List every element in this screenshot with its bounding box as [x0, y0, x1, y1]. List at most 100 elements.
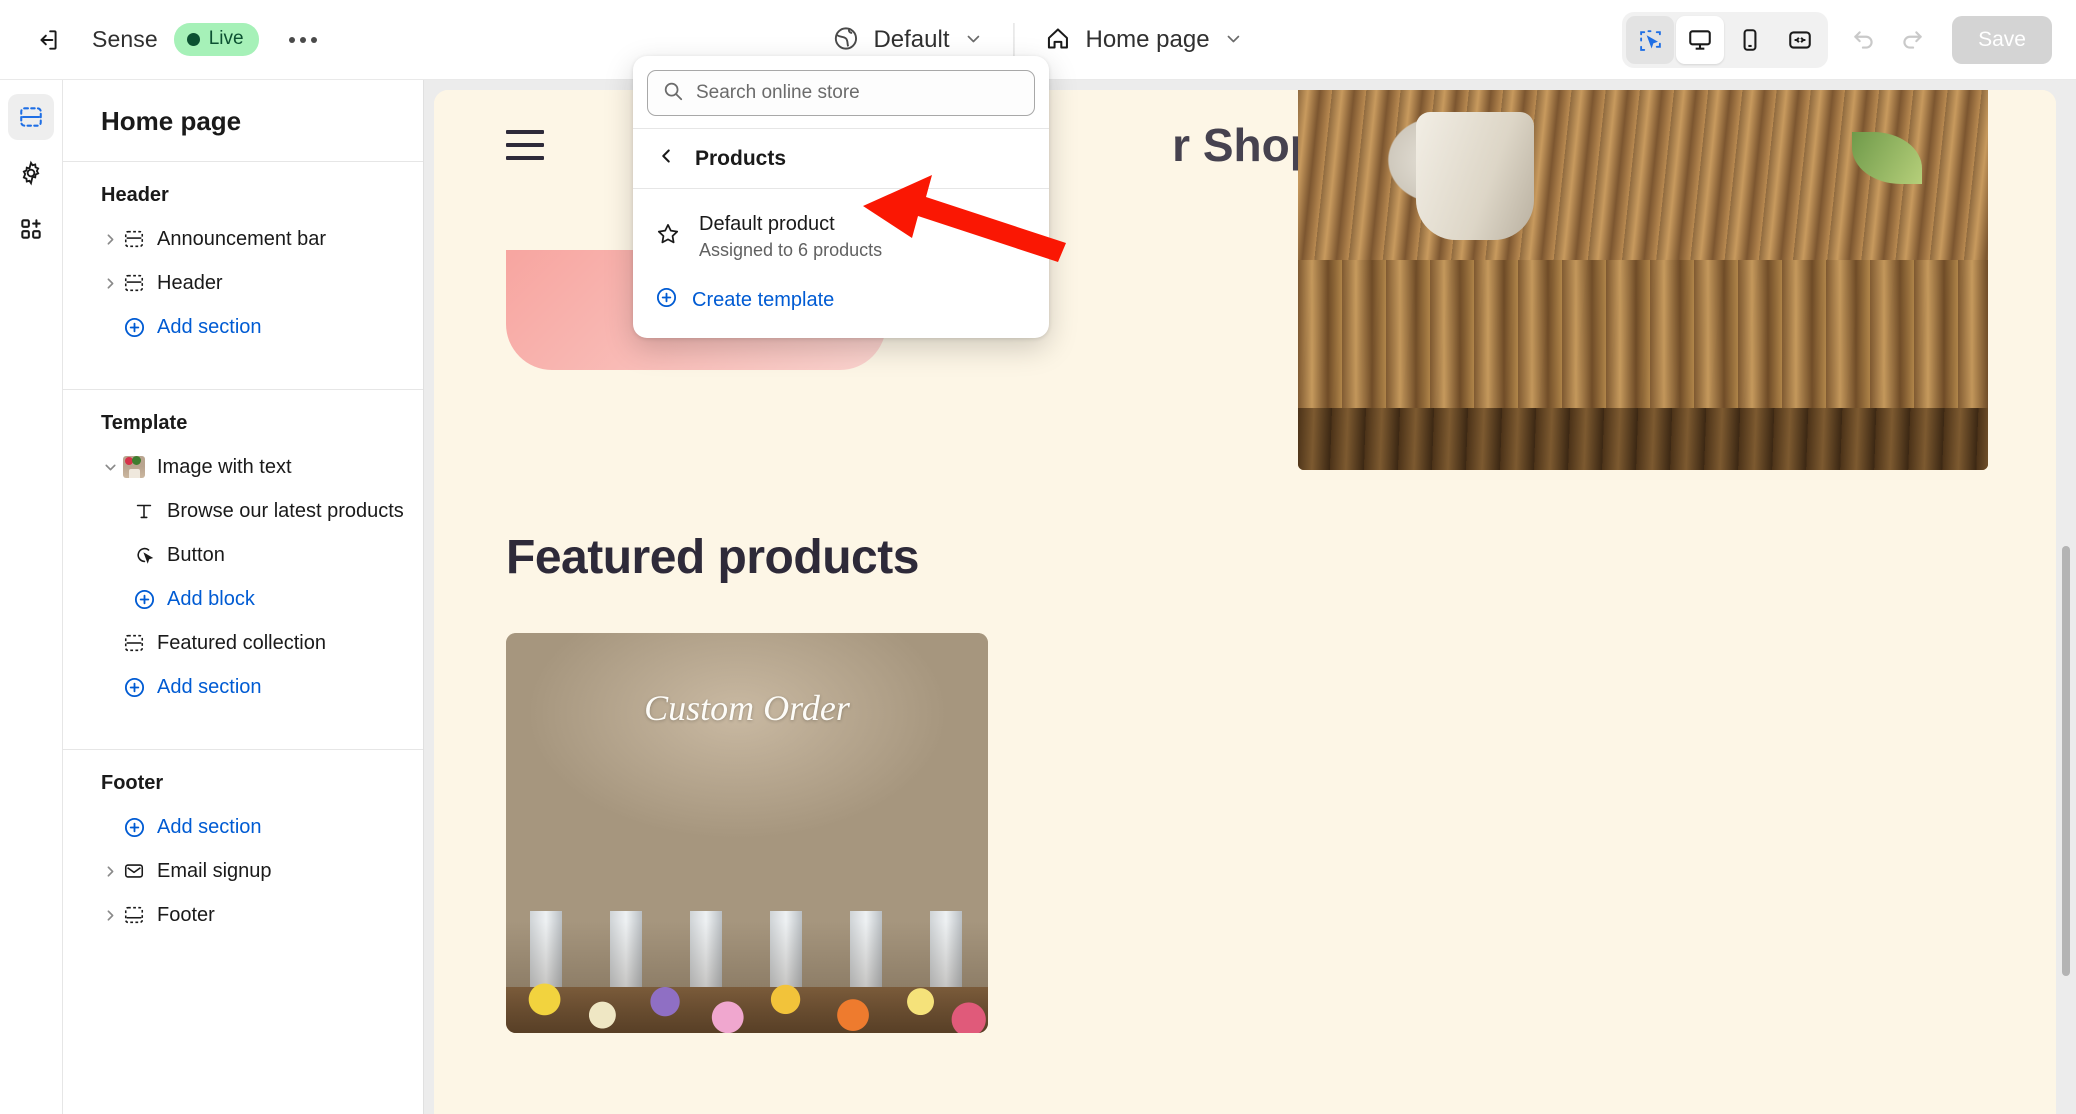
status-badge-label: Live [208, 28, 244, 49]
sidebar-item-label: Announcement bar [157, 227, 327, 250]
add-section-button-template[interactable]: Add section [73, 665, 413, 709]
chevron-left-icon[interactable] [655, 145, 677, 172]
add-section-label: Add section [157, 315, 262, 338]
search-field[interactable] [647, 70, 1035, 116]
globe-icon [832, 25, 859, 55]
page-title: Home page [101, 106, 242, 136]
ellipsis-icon[interactable] [277, 14, 329, 66]
section-icon [123, 632, 157, 654]
popover-search-wrap [633, 56, 1049, 128]
create-template-label: Create template [692, 288, 835, 311]
sections-sidebar: Home page Header Announcement bar Header… [62, 80, 424, 1114]
flower-row [506, 921, 988, 1033]
page-selector[interactable]: Home page [1030, 17, 1257, 63]
popover-heading: Products [695, 146, 787, 170]
page-selector-label: Home page [1085, 26, 1210, 53]
create-template-button[interactable]: Create template [643, 276, 1039, 324]
sidebar-item-label: Email signup [157, 859, 272, 882]
plus-circle-icon [123, 316, 157, 339]
sidebar-item-email-signup[interactable]: Email signup [73, 849, 413, 893]
group-label: Footer [101, 772, 164, 794]
hamburger-menu-icon[interactable] [506, 130, 544, 160]
chevron-right-icon[interactable] [97, 231, 123, 248]
save-button[interactable]: Save [1952, 16, 2052, 64]
fullscreen-icon[interactable] [1776, 16, 1824, 64]
sidebar-item-sections[interactable] [8, 94, 54, 140]
left-rail [0, 80, 62, 1114]
add-section-label: Add section [157, 675, 262, 698]
group-label: Header [101, 184, 169, 206]
section-icon [123, 228, 157, 250]
text-icon [133, 500, 167, 522]
chevron-right-icon[interactable] [97, 275, 123, 292]
sidebar-item-label: Image with text [157, 455, 292, 478]
sidebar-group-footer: Footer Add section Email signup Footer [63, 750, 423, 953]
sidebar-item-header[interactable]: Header [73, 261, 413, 305]
sidebar-block-text[interactable]: Browse our latest products [73, 489, 413, 533]
vertical-scrollbar[interactable] [2062, 546, 2070, 976]
search-icon [662, 80, 684, 107]
add-block-label: Add block [167, 587, 255, 610]
plus-circle-icon [655, 286, 678, 314]
theme-editor-window: Sense Live Default Home page Save Home p… [0, 0, 2076, 1114]
sidebar-group-header: Header Announcement bar Header Add secti… [63, 162, 423, 365]
search-input[interactable] [696, 82, 1020, 104]
sidebar-item-footer[interactable]: Footer [73, 893, 413, 937]
product-flowers [506, 783, 988, 1033]
template-picker-popover: Products Default product Assigned to 6 p… [633, 56, 1049, 339]
cursor-select-icon[interactable] [1626, 16, 1675, 64]
chevron-down-icon [1224, 29, 1244, 52]
sidebar-item-label: Header [157, 271, 223, 294]
theme-selector-label: Default [873, 26, 950, 53]
chevron-down-icon[interactable] [97, 459, 123, 476]
add-block-button[interactable]: Add block [73, 577, 413, 621]
chevron-right-icon[interactable] [97, 863, 123, 880]
mobile-icon[interactable] [1726, 16, 1774, 64]
sidebar-block-label: Browse our latest products [167, 499, 404, 522]
template-list-item[interactable]: Default product Assigned to 6 products [643, 201, 1039, 272]
exit-icon[interactable] [22, 14, 74, 66]
star-icon [655, 221, 681, 252]
sidebar-item-featured-collection[interactable]: Featured collection [73, 621, 413, 665]
hero-slats-shadow [1298, 408, 1988, 470]
button-icon [133, 544, 167, 566]
add-section-label: Add section [157, 815, 262, 838]
image-thumbnail [123, 456, 157, 478]
sidebar-item-label: Featured collection [157, 631, 326, 654]
section-icon [123, 272, 157, 294]
popover-body: Default product Assigned to 6 products C… [633, 189, 1049, 338]
home-icon [1044, 25, 1071, 55]
sidebar-block-label: Button [167, 543, 225, 566]
sidebar-item-label: Footer [157, 903, 215, 926]
view-tools-group [1622, 12, 1829, 68]
template-item-subtitle: Assigned to 6 products [699, 240, 883, 260]
plus-circle-icon [123, 676, 157, 699]
sidebar-group-template: Template Image with text Browse our late… [63, 390, 423, 725]
group-label: Template [101, 412, 188, 434]
sidebar-block-button[interactable]: Button [73, 533, 413, 577]
top-bar-right: Save [1622, 0, 2052, 80]
add-section-button-footer[interactable]: Add section [73, 805, 413, 849]
storefront-title: r Shop [1172, 119, 1318, 171]
sidebar-item-apps[interactable] [8, 206, 54, 252]
featured-products-heading: Featured products [506, 531, 919, 584]
hero-leaf [1852, 132, 1922, 184]
sidebar-item-image-with-text[interactable]: Image with text [73, 445, 413, 489]
chevron-down-icon [963, 29, 983, 52]
product-image-caption: Custom Order [644, 688, 850, 728]
product-card[interactable]: Custom Order [506, 633, 988, 1033]
undo-icon[interactable] [1840, 16, 1888, 64]
sidebar-item-announcement-bar[interactable]: Announcement bar [73, 217, 413, 261]
chevron-right-icon[interactable] [97, 907, 123, 924]
envelope-icon [123, 860, 157, 882]
add-section-button-header[interactable]: Add section [73, 305, 413, 349]
sidebar-item-settings[interactable] [8, 150, 54, 196]
status-badge: Live [173, 23, 259, 56]
template-item-text: Default product Assigned to 6 products [699, 211, 882, 262]
divider [1013, 23, 1015, 57]
ellipsis-dots [288, 36, 317, 43]
desktop-icon[interactable] [1676, 16, 1725, 64]
hero-vase [1416, 112, 1534, 240]
popover-header[interactable]: Products [633, 129, 1049, 188]
redo-icon[interactable] [1888, 16, 1936, 64]
